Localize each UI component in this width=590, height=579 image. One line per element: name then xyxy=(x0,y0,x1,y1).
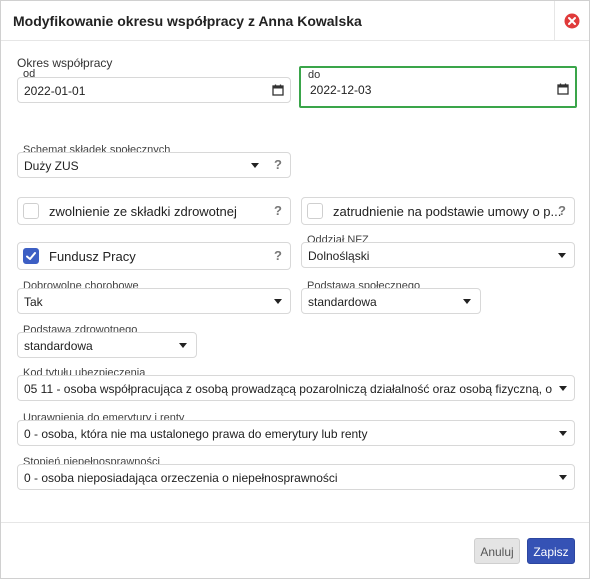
dialog-footer: Anuluj Zapisz xyxy=(1,522,589,578)
contract-employment-label: zatrudnienie na podstawie umowy o p... xyxy=(333,204,562,219)
to-date-input[interactable]: do 2022-12-03 xyxy=(299,66,577,108)
save-button[interactable]: Zapisz xyxy=(527,538,575,564)
chevron-down-icon xyxy=(558,253,566,258)
chevron-down-icon xyxy=(274,299,282,304)
to-label: do xyxy=(308,69,321,81)
health-exempt-checkbox-row[interactable]: zwolnienie ze składki zdrowotnej ? xyxy=(17,197,291,225)
nfz-select[interactable]: Dolnośląski xyxy=(301,242,575,268)
pension-rights-select[interactable]: 0 - osoba, która nie ma ustalonego prawa… xyxy=(17,420,575,446)
health-exempt-label: zwolnienie ze składki zdrowotnej xyxy=(49,204,237,219)
check-icon xyxy=(26,252,36,260)
chevron-down-icon xyxy=(559,475,567,480)
chevron-down-icon xyxy=(179,343,187,348)
disability-value: 0 - osoba nieposiadająca orzeczenia o ni… xyxy=(24,471,338,485)
to-date-value: 2022-12-03 xyxy=(310,83,372,97)
help-icon[interactable]: ? xyxy=(558,203,566,218)
nfz-value: Dolnośląski xyxy=(308,249,370,263)
disability-select[interactable]: 0 - osoba nieposiadająca orzeczenia o ni… xyxy=(17,464,575,490)
dialog: Modyfikowanie okresu współpracy z Anna K… xyxy=(0,0,590,579)
close-circle-icon xyxy=(564,13,580,29)
sickness-value: Tak xyxy=(24,295,43,309)
close-button[interactable] xyxy=(554,1,589,41)
help-icon[interactable]: ? xyxy=(274,203,282,218)
chevron-down-icon xyxy=(251,163,259,168)
dialog-title: Modyfikowanie okresu współpracy z Anna K… xyxy=(13,13,362,29)
pension-rights-value: 0 - osoba, która nie ma ustalonego prawa… xyxy=(24,427,368,441)
social-scheme-select[interactable]: Duży ZUS ? xyxy=(17,152,291,178)
help-icon[interactable]: ? xyxy=(274,157,282,172)
labor-fund-label: Fundusz Pracy xyxy=(49,249,136,264)
help-icon[interactable]: ? xyxy=(274,248,282,263)
from-date-value: 2022-01-01 xyxy=(24,84,86,98)
labor-fund-checkbox-row[interactable]: Fundusz Pracy ? xyxy=(17,242,291,270)
insurance-code-select[interactable]: 05 11 - osoba współpracująca z osobą pro… xyxy=(17,375,575,401)
health-base-value: standardowa xyxy=(24,339,93,353)
social-scheme-value: Duży ZUS xyxy=(24,159,79,173)
contract-employment-checkbox-row[interactable]: zatrudnienie na podstawie umowy o p... ? xyxy=(301,197,575,225)
contract-employment-checkbox[interactable] xyxy=(307,203,323,219)
health-exempt-checkbox[interactable] xyxy=(23,203,39,219)
chevron-down-icon xyxy=(559,386,567,391)
calendar-icon[interactable] xyxy=(272,84,284,96)
cancel-button[interactable]: Anuluj xyxy=(474,538,520,564)
chevron-down-icon xyxy=(463,299,471,304)
chevron-down-icon xyxy=(559,431,567,436)
sickness-select[interactable]: Tak xyxy=(17,288,291,314)
labor-fund-checkbox[interactable] xyxy=(23,248,39,264)
dialog-header: Modyfikowanie okresu współpracy z Anna K… xyxy=(1,1,589,41)
health-base-select[interactable]: standardowa xyxy=(17,332,197,358)
calendar-icon[interactable] xyxy=(557,83,569,95)
social-base-select[interactable]: standardowa xyxy=(301,288,481,314)
insurance-code-value: 05 11 - osoba współpracująca z osobą pro… xyxy=(24,382,554,396)
social-base-value: standardowa xyxy=(308,295,377,309)
from-date-input[interactable]: 2022-01-01 xyxy=(17,77,291,103)
